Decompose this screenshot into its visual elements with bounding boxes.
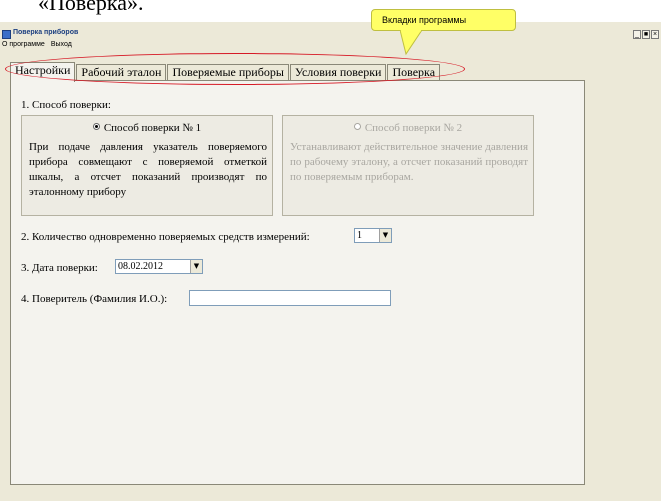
method2-group[interactable]: Способ поверки № 2 Устанавливают действи… [282, 115, 534, 216]
tab-test-conditions[interactable]: Условия поверки [289, 64, 387, 81]
window-title: Поверка приборов [13, 29, 79, 36]
menu-item-exit[interactable]: Выход [51, 41, 72, 51]
tab-tested-devices[interactable]: Поверяемые приборы [167, 64, 289, 81]
app-icon [2, 30, 11, 39]
menu-item-about[interactable]: О программе [2, 41, 45, 51]
title-bar: Поверка приборов _ ■ × [0, 29, 661, 40]
method1-title-row: Способ поверки № 1 [22, 122, 272, 134]
menu-bar: О программе Выход [0, 41, 72, 51]
date-label: 3. Дата поверки: [21, 262, 98, 274]
tabs-callout: Вкладки программы [371, 9, 516, 31]
minimize-icon[interactable]: _ [633, 30, 641, 39]
chevron-down-icon[interactable]: ▼ [190, 260, 202, 273]
window-controls: _ ■ × [633, 30, 659, 39]
chevron-down-icon[interactable]: ▼ [379, 229, 391, 242]
verifier-input[interactable] [189, 290, 391, 306]
method2-description: Устанавливают действительное значение да… [290, 141, 528, 183]
method2-title: Способ поверки № 2 [364, 122, 463, 134]
method2-radio-icon[interactable] [353, 123, 361, 130]
tab-working-standard[interactable]: Рабочий эталон [76, 64, 167, 81]
callout-text: Вкладки программы [382, 15, 467, 25]
tab-strip: Настройки Рабочий эталон Поверяемые приб… [10, 59, 441, 82]
app-window: Поверка приборов _ ■ × О программе Выход… [0, 22, 661, 501]
method1-description: При подаче давления указатель поверяемог… [29, 141, 267, 198]
close-icon[interactable]: × [651, 30, 659, 39]
verifier-label: 4. Поверитель (Фамилия И.О.): [21, 293, 168, 305]
method1-group[interactable]: Способ поверки № 1 При подаче давления у… [21, 115, 273, 216]
count-value: 1 [357, 230, 362, 241]
method-label: 1. Способ поверки: [21, 99, 111, 111]
callout-pointer [400, 30, 423, 56]
date-value: 08.02.2012 [118, 261, 163, 272]
method2-title-row: Способ поверки № 2 [283, 122, 533, 134]
document-top: «Поверка». [0, 0, 661, 22]
count-select[interactable]: 1 ▼ [354, 228, 392, 243]
method1-title: Способ поверки № 1 [103, 122, 202, 134]
date-picker[interactable]: 08.02.2012 ▼ [115, 259, 203, 274]
settings-panel: 1. Способ поверки: Способ поверки № 1 Пр… [10, 80, 585, 485]
document-heading-fragment: «Поверка». [38, 0, 144, 15]
tab-verification[interactable]: Поверка [387, 64, 441, 81]
tab-settings[interactable]: Настройки [10, 62, 76, 82]
right-empty-area [586, 52, 661, 501]
count-label: 2. Количество одновременно поверяемых ср… [21, 231, 310, 243]
method1-radio-icon[interactable] [92, 123, 100, 130]
maximize-icon[interactable]: ■ [642, 30, 650, 39]
